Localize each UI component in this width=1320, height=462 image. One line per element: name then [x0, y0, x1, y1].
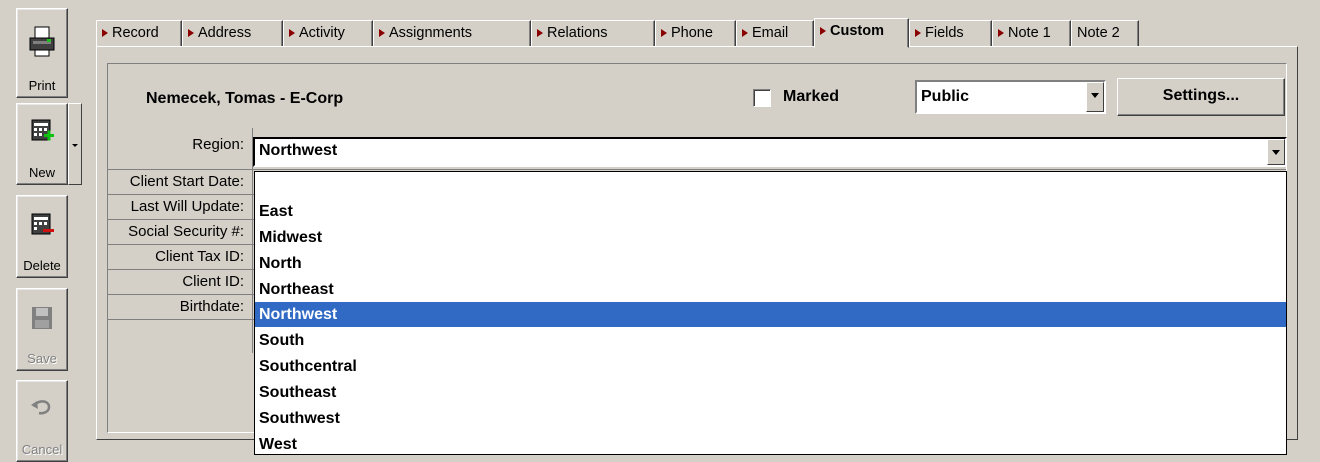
tab-note-2[interactable]: Note 2 [1071, 20, 1139, 47]
tab-record[interactable]: Record [96, 20, 182, 47]
field-label: Client ID: [182, 273, 244, 290]
dropdown-option-south[interactable]: South [255, 328, 1286, 353]
field-label: Social Security #: [128, 223, 244, 240]
tab-label: Assignments [389, 25, 473, 41]
field-label: Region: [192, 136, 244, 153]
chevron-down-icon[interactable] [1086, 82, 1104, 112]
dropdown-option-southeast[interactable]: Southeast [255, 380, 1286, 405]
tab-label: Note 2 [1077, 25, 1120, 41]
printer-icon [29, 26, 55, 57]
tab-marker-icon [661, 29, 667, 37]
print-label: Print [28, 78, 56, 93]
tab-marker-icon [742, 29, 748, 37]
tab-marker-icon [289, 29, 295, 37]
dropdown-option-southcentral[interactable]: Southcentral [255, 354, 1286, 379]
delete-button[interactable]: Delete [16, 195, 68, 278]
tab-label: Fields [925, 25, 964, 41]
visibility-select[interactable]: Public [915, 80, 1106, 114]
tab-marker-icon [379, 29, 385, 37]
chevron-down-icon[interactable] [1267, 139, 1285, 165]
region-dropdown-list: East Midwest North Northeast Northwest S… [254, 171, 1287, 455]
contact-name: Nemecek, Tomas - E-Corp [146, 90, 344, 107]
cancel-button[interactable]: Cancel [16, 380, 68, 462]
tab-label: Address [198, 25, 252, 41]
tab-label: Relations [547, 25, 608, 41]
region-select[interactable]: Northwest [253, 137, 1287, 167]
dropdown-option-east[interactable]: East [255, 199, 1286, 224]
tab-label: Record [112, 25, 159, 41]
marked-checkbox[interactable] [753, 89, 771, 107]
tab-relations[interactable]: Relations [531, 20, 655, 47]
undo-icon [31, 400, 51, 415]
tab-marker-icon [537, 29, 543, 37]
dropdown-option-blank[interactable] [255, 172, 1286, 197]
print-button[interactable]: Print [16, 8, 68, 98]
new-button[interactable]: New [16, 103, 68, 185]
tab-label: Custom [830, 23, 884, 39]
chevron-down-icon [72, 144, 78, 147]
dropdown-option-midwest[interactable]: Midwest [255, 225, 1286, 250]
save-button[interactable]: Save [16, 288, 68, 371]
field-label: Client Start Date: [129, 173, 244, 190]
marked-label: Marked [783, 88, 840, 105]
save-label: Save [27, 351, 57, 366]
field-label: Client Tax ID: [155, 248, 244, 265]
visibility-value: Public [921, 88, 970, 105]
field-label: Birthdate: [179, 298, 244, 315]
tab-marker-icon [188, 29, 194, 37]
tab-marker-icon [998, 29, 1004, 37]
tab-label: Email [752, 25, 789, 41]
new-dropdown-button[interactable] [68, 103, 82, 185]
tab-address[interactable]: Address [182, 20, 283, 47]
tab-label: Activity [299, 25, 345, 41]
dropdown-option-northwest[interactable]: Northwest [255, 302, 1286, 327]
field-label: Last Will Update: [130, 198, 244, 215]
settings-button[interactable]: Settings... [1117, 78, 1285, 116]
tab-note-1[interactable]: Note 1 [992, 20, 1071, 47]
delete-record-icon [31, 213, 54, 235]
region-value: Northwest [259, 142, 338, 159]
dropdown-option-northeast[interactable]: Northeast [255, 277, 1286, 302]
tab-marker-icon [915, 29, 921, 37]
tab-phone[interactable]: Phone [655, 20, 736, 47]
delete-label: Delete [23, 258, 61, 273]
tab-marker-icon [820, 27, 826, 35]
tab-label: Phone [671, 25, 713, 41]
tab-assignments[interactable]: Assignments [373, 20, 531, 47]
new-record-icon [31, 119, 54, 141]
dropdown-option-west[interactable]: West [255, 432, 1286, 454]
tab-label: Note 1 [1008, 25, 1051, 41]
new-label: New [28, 165, 55, 180]
tab-marker-icon [102, 29, 108, 37]
tab-email[interactable]: Email [736, 20, 814, 47]
left-toolbar: Print New Delete Save Cancel [0, 0, 88, 462]
dropdown-option-north[interactable]: North [255, 251, 1286, 276]
tab-custom[interactable]: Custom [814, 18, 909, 48]
tab-activity[interactable]: Activity [283, 20, 373, 47]
tab-fields[interactable]: Fields [909, 20, 992, 47]
floppy-disk-icon [32, 307, 52, 329]
dropdown-option-southwest[interactable]: Southwest [255, 406, 1286, 431]
